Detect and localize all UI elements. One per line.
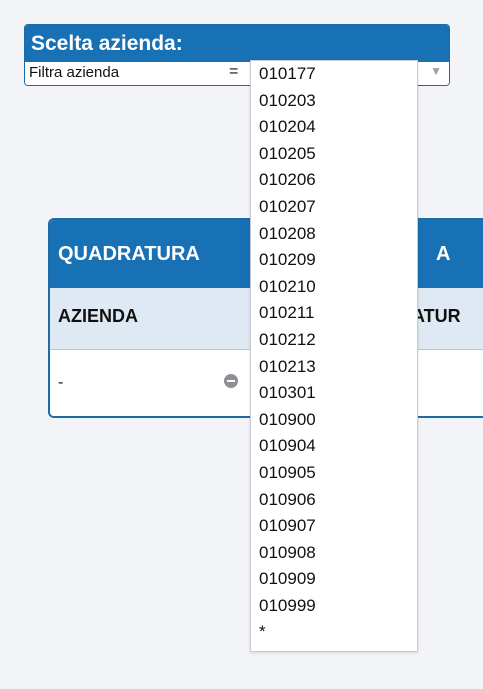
table-title-suffix: A [436, 243, 451, 265]
dropdown-option[interactable]: 010909 [251, 566, 417, 593]
cell-azienda: - [58, 374, 64, 391]
dropdown-option[interactable]: 010206 [251, 167, 417, 194]
company-dropdown-list[interactable]: 010177 010203 010204 010205 010206 01020… [250, 60, 418, 652]
dropdown-option[interactable]: 010208 [251, 221, 417, 248]
dropdown-option[interactable]: 010904 [251, 433, 417, 460]
table-title-text: QUADRATURA [58, 243, 200, 265]
filter-label: Filtra azienda [29, 64, 120, 81]
dropdown-option[interactable]: 010906 [251, 487, 417, 514]
filter-operator: = [229, 63, 239, 80]
dropdown-option[interactable]: 010211 [251, 300, 417, 327]
dropdown-option[interactable]: 010907 [251, 513, 417, 540]
dropdown-option[interactable]: 010203 [251, 88, 417, 115]
chevron-down-icon[interactable]: ▼ [430, 64, 442, 78]
column-quadratura[interactable]: ATUR [412, 306, 461, 327]
dropdown-option[interactable]: 010204 [251, 114, 417, 141]
dropdown-option[interactable]: 010212 [251, 327, 417, 354]
dropdown-option[interactable]: 010177 [251, 61, 417, 88]
filter-title: Scelta azienda: [25, 25, 449, 62]
dropdown-option[interactable]: 010210 [251, 274, 417, 301]
dropdown-option[interactable]: 010301 [251, 380, 417, 407]
dropdown-option[interactable]: 010207 [251, 194, 417, 221]
dropdown-option[interactable]: 010205 [251, 141, 417, 168]
column-azienda[interactable]: AZIENDA [58, 306, 138, 327]
minus-circle-icon[interactable] [224, 374, 238, 388]
dropdown-option[interactable]: 010999 [251, 593, 417, 620]
dropdown-option[interactable]: 010905 [251, 460, 417, 487]
dropdown-option[interactable]: 010908 [251, 540, 417, 567]
dropdown-option[interactable]: * [251, 619, 417, 646]
dropdown-option[interactable]: 010900 [251, 407, 417, 434]
dropdown-option[interactable]: 010209 [251, 247, 417, 274]
dropdown-option[interactable]: 010213 [251, 354, 417, 381]
app-root: Scelta azienda: Filtra azienda = ▼ QUADR… [0, 0, 483, 689]
